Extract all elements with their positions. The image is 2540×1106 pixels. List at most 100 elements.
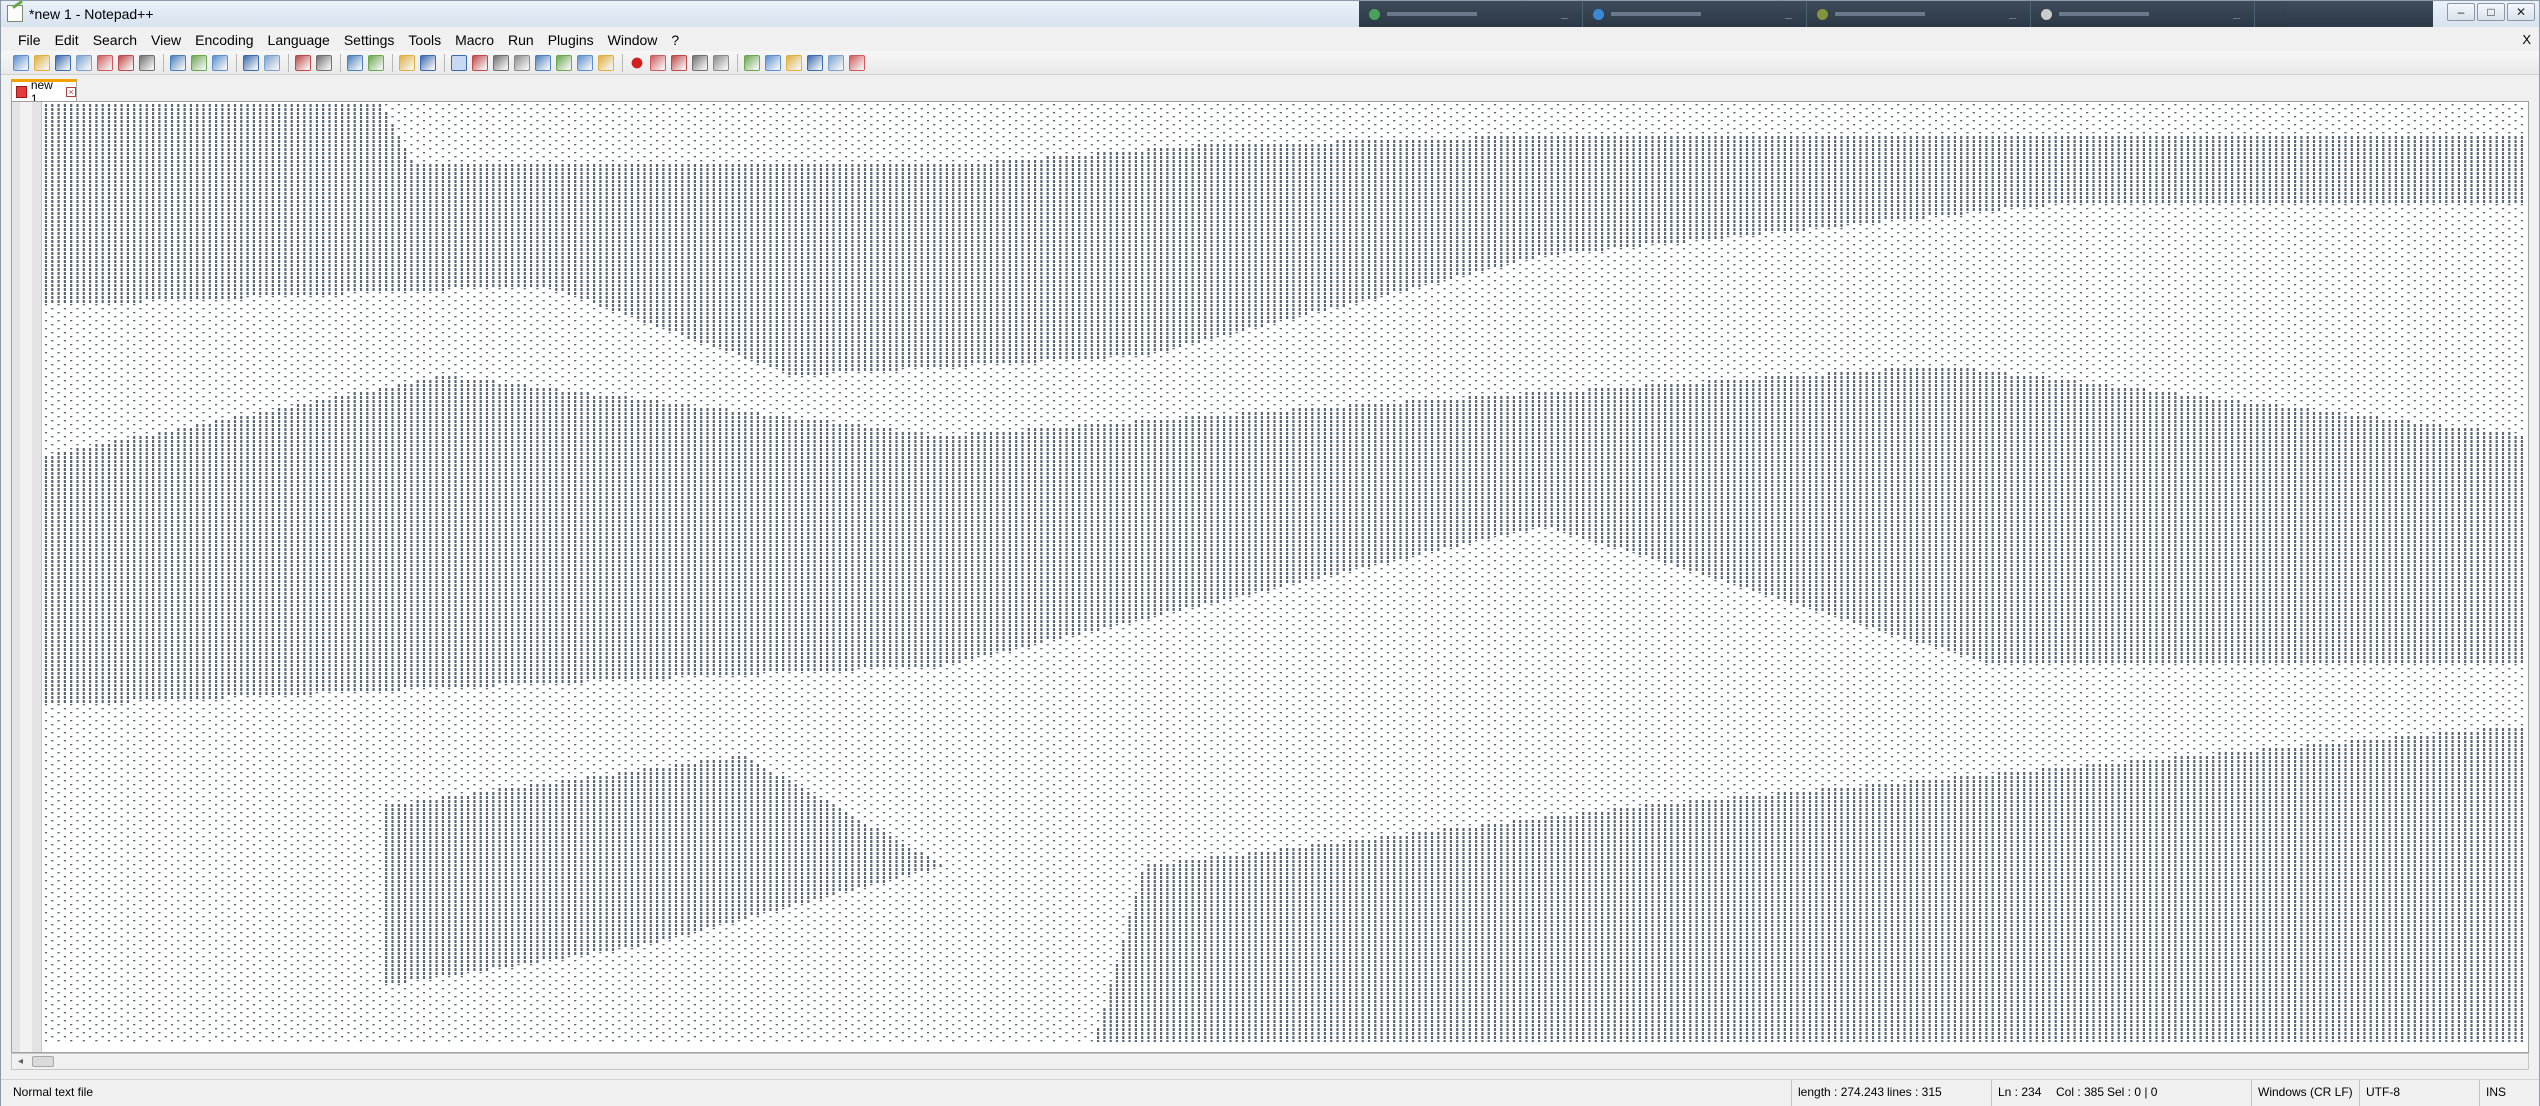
menu-tools[interactable]: Tools xyxy=(401,29,448,51)
toolbar-separator xyxy=(236,53,237,72)
compare-options-icon[interactable] xyxy=(807,54,823,71)
scroll-left-arrow-icon[interactable]: ◂ xyxy=(14,1055,27,1068)
function-list-icon[interactable] xyxy=(535,54,551,71)
menu-settings[interactable]: Settings xyxy=(337,29,402,51)
indent-guide-icon[interactable] xyxy=(493,54,509,71)
spell-check-icon[interactable] xyxy=(828,54,844,71)
save-icon[interactable] xyxy=(55,54,71,71)
next-diff-icon[interactable] xyxy=(786,54,802,71)
window-title: *new 1 - Notepad++ xyxy=(29,6,154,22)
menu-language[interactable]: Language xyxy=(261,29,337,51)
status-length: length : 274.243 xyxy=(1791,1080,1884,1106)
zoom-in-icon[interactable] xyxy=(347,54,363,71)
monitoring-icon[interactable] xyxy=(577,54,593,71)
stop-recording-icon[interactable] xyxy=(650,54,666,71)
taskbar-item[interactable] xyxy=(1359,1,1583,27)
ascii-art-text xyxy=(44,104,2523,1042)
scroll-thumb[interactable] xyxy=(32,1056,54,1067)
menu-macro[interactable]: Macro xyxy=(448,29,501,51)
status-insert-mode[interactable]: INS xyxy=(2479,1080,2537,1106)
fold-margin xyxy=(20,102,32,1052)
status-lines: lines : 315 xyxy=(1887,1085,1942,1099)
title-bar[interactable]: *new 1 - Notepad++ ‒ □ ✕ xyxy=(1,1,2539,27)
paste-icon[interactable] xyxy=(212,54,228,71)
menu-edit[interactable]: Edit xyxy=(48,29,86,51)
tab-bar: new 1 × xyxy=(1,77,2539,106)
close-icon[interactable] xyxy=(97,54,113,71)
tab-new-1[interactable]: new 1 × xyxy=(11,78,77,106)
line-number-margin xyxy=(12,102,42,1052)
previous-diff-icon[interactable] xyxy=(765,54,781,71)
taskbar-item[interactable] xyxy=(1583,1,1807,27)
menu-run[interactable]: Run xyxy=(501,29,541,51)
save-macro-icon[interactable] xyxy=(713,54,729,71)
new-file-icon[interactable] xyxy=(13,54,29,71)
menu-encoding[interactable]: Encoding xyxy=(188,29,260,51)
copy-icon[interactable] xyxy=(191,54,207,71)
sync-horizontal-icon[interactable] xyxy=(420,54,436,71)
find-icon[interactable] xyxy=(295,54,311,71)
status-eol[interactable]: Windows (CR LF) xyxy=(2251,1080,2359,1106)
menu-bar: File Edit Search View Encoding Language … xyxy=(1,29,2539,51)
menu-plugins[interactable]: Plugins xyxy=(541,29,601,51)
menu-help[interactable]: ? xyxy=(664,29,686,51)
tab-close-icon[interactable]: × xyxy=(66,86,76,97)
menu-search[interactable]: Search xyxy=(86,29,144,51)
toolbar-separator xyxy=(392,53,393,72)
editor-pane[interactable] xyxy=(11,101,2529,1053)
status-bar: Normal text file length : 274.243 lines … xyxy=(1,1079,2539,1106)
record-macro-icon[interactable] xyxy=(629,54,645,71)
text-content[interactable] xyxy=(44,104,2528,1042)
close-window-button[interactable]: ✕ xyxy=(2507,3,2535,21)
doc-map-icon[interactable] xyxy=(514,54,530,71)
plugin-admin-icon[interactable] xyxy=(849,54,865,71)
word-wrap-icon[interactable] xyxy=(451,54,467,71)
app-icon xyxy=(1593,9,1604,20)
user-defined-language-icon[interactable] xyxy=(598,54,614,71)
zoom-out-icon[interactable] xyxy=(368,54,384,71)
taskbar-strip xyxy=(1359,1,2433,27)
folder-workspace-icon[interactable] xyxy=(556,54,572,71)
horizontal-scrollbar[interactable]: ◂ xyxy=(11,1053,2529,1070)
close-document-x[interactable]: X xyxy=(2522,32,2531,47)
cut-icon[interactable] xyxy=(170,54,186,71)
maximize-button[interactable]: □ xyxy=(2477,3,2505,21)
toolbar-separator xyxy=(288,53,289,72)
menu-window[interactable]: Window xyxy=(601,29,665,51)
status-file-type: Normal text file xyxy=(13,1085,94,1099)
app-icon xyxy=(1817,9,1828,20)
taskbar-item[interactable] xyxy=(1807,1,2031,27)
compare-icon[interactable] xyxy=(744,54,760,71)
status-selection: Sel : 0 | 0 xyxy=(2107,1085,2158,1099)
redo-icon[interactable] xyxy=(264,54,280,71)
status-column: Col : 385 xyxy=(2056,1085,2105,1099)
toolbar-separator xyxy=(737,53,738,72)
menu-file[interactable]: File xyxy=(11,29,48,51)
run-macro-multiple-icon[interactable] xyxy=(692,54,708,71)
close-all-icon[interactable] xyxy=(118,54,134,71)
sync-vertical-icon[interactable] xyxy=(399,54,415,71)
toolbar-separator xyxy=(340,53,341,72)
print-icon[interactable] xyxy=(139,54,155,71)
undo-icon[interactable] xyxy=(243,54,259,71)
window-controls: ‒ □ ✕ xyxy=(2447,3,2535,21)
replace-icon[interactable] xyxy=(316,54,332,71)
open-file-icon[interactable] xyxy=(34,54,50,71)
toolbar-separator xyxy=(622,53,623,72)
menu-view[interactable]: View xyxy=(144,29,188,51)
app-icon xyxy=(2041,9,2052,20)
toolbar xyxy=(1,51,2539,75)
notepad-app-icon xyxy=(7,5,23,22)
status-line-number: Ln : 234 xyxy=(1991,1080,2053,1106)
text-strokes xyxy=(44,104,2523,1042)
unsaved-document-icon xyxy=(16,85,27,98)
toolbar-separator xyxy=(163,53,164,72)
taskbar-item[interactable] xyxy=(2031,1,2255,27)
minimize-button[interactable]: ‒ xyxy=(2447,3,2475,21)
show-all-chars-icon[interactable] xyxy=(472,54,488,71)
playback-icon[interactable] xyxy=(671,54,687,71)
save-all-icon[interactable] xyxy=(76,54,92,71)
notepad-window: *new 1 - Notepad++ ‒ □ ✕ File Edit Searc… xyxy=(0,0,2540,1106)
status-encoding[interactable]: UTF-8 xyxy=(2359,1080,2479,1106)
app-icon xyxy=(1369,9,1380,20)
